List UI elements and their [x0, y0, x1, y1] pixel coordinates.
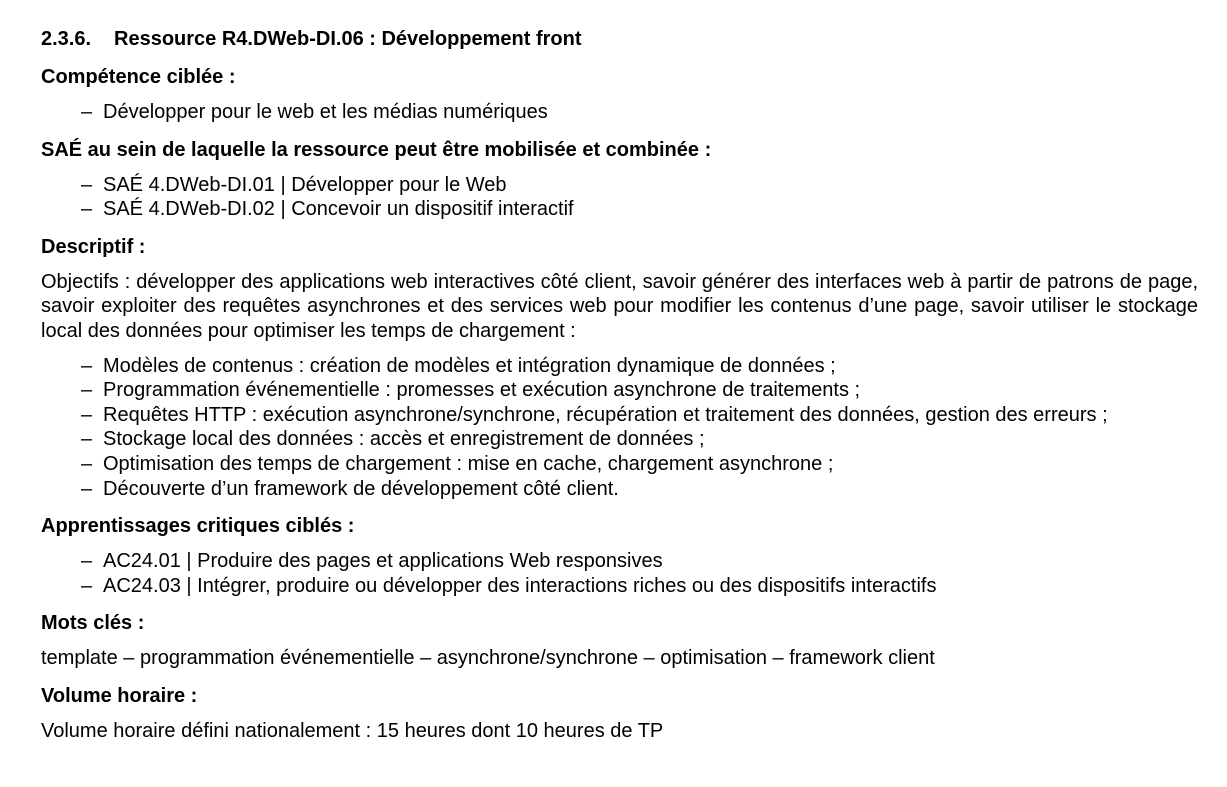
- sae-label: SAÉ au sein de laquelle la ressource peu…: [41, 138, 712, 161]
- apprentissages-list: – AC24.01 | Produire des pages et applica…: [41, 549, 1199, 598]
- list-item: – SAÉ 4.DWeb-DI.01 | Développer pour le W…: [81, 173, 507, 196]
- dash-marker: –: [81, 477, 93, 500]
- list-item: – SAÉ 4.DWeb-DI.02 | Concevoir un disposi…: [81, 198, 574, 221]
- list-item: – Découverte d’un framework de développem…: [81, 477, 619, 500]
- volume-text: Volume horaire défini nationalement : 15…: [41, 719, 664, 742]
- descriptif-list: – Modèles de contenus : création de modèl…: [41, 354, 1199, 502]
- dash-marker: –: [81, 403, 93, 426]
- mots-cles-text: template – programmation événementielle …: [41, 647, 935, 670]
- list-item: – Stockage local des données : accès et e…: [81, 428, 705, 451]
- dash-marker: –: [81, 198, 93, 221]
- dash-marker: –: [81, 452, 93, 475]
- list-item: – Développer pour le web et les médias nu…: [81, 101, 548, 123]
- mots-cles-label: Mots clés :: [41, 612, 145, 635]
- descriptif-paragraph: Objectifs : développer des applications …: [41, 270, 1198, 342]
- volume-label: Volume horaire :: [41, 684, 198, 707]
- section-title: Ressource R4.DWeb-DI.06 : Développement …: [114, 28, 582, 50]
- dash-marker: –: [81, 550, 93, 573]
- competence-label: Compétence ciblée :: [41, 66, 236, 88]
- competence-list: – Développer pour le web et les médias nu…: [41, 100, 1199, 125]
- dash-marker: –: [81, 354, 93, 377]
- dash-marker: –: [81, 379, 93, 402]
- list-item: – Programmation événementielle : promesse…: [81, 379, 861, 402]
- list-item: – AC24.01 | Produire des pages et applica…: [81, 550, 663, 573]
- list-item: – Modèles de contenus : création de modèl…: [81, 354, 836, 377]
- dash-marker: –: [81, 428, 93, 451]
- dash-marker: –: [81, 574, 93, 597]
- list-item: – AC24.03 | Intégrer, produire ou dévelop…: [81, 574, 937, 597]
- sae-list: – SAÉ 4.DWeb-DI.01 | Développer pour le W…: [41, 173, 1199, 222]
- list-item: – Optimisation des temps de chargement : …: [81, 452, 834, 475]
- list-item: – Requêtes HTTP : exécution asynchrone/sy…: [81, 403, 1108, 426]
- dash-marker: –: [81, 101, 93, 123]
- section-heading: 2.3.6. Ressource R4.DWeb-DI.06 : Développ…: [41, 26, 1199, 52]
- document-page: 2.3.6. Ressource R4.DWeb-DI.06 : Développ…: [0, 0, 1227, 787]
- apprentissages-label: Apprentissages critiques ciblés :: [41, 515, 355, 538]
- dash-marker: –: [81, 173, 93, 196]
- descriptif-label: Descriptif :: [41, 235, 146, 258]
- section-number: 2.3.6.: [41, 28, 92, 50]
